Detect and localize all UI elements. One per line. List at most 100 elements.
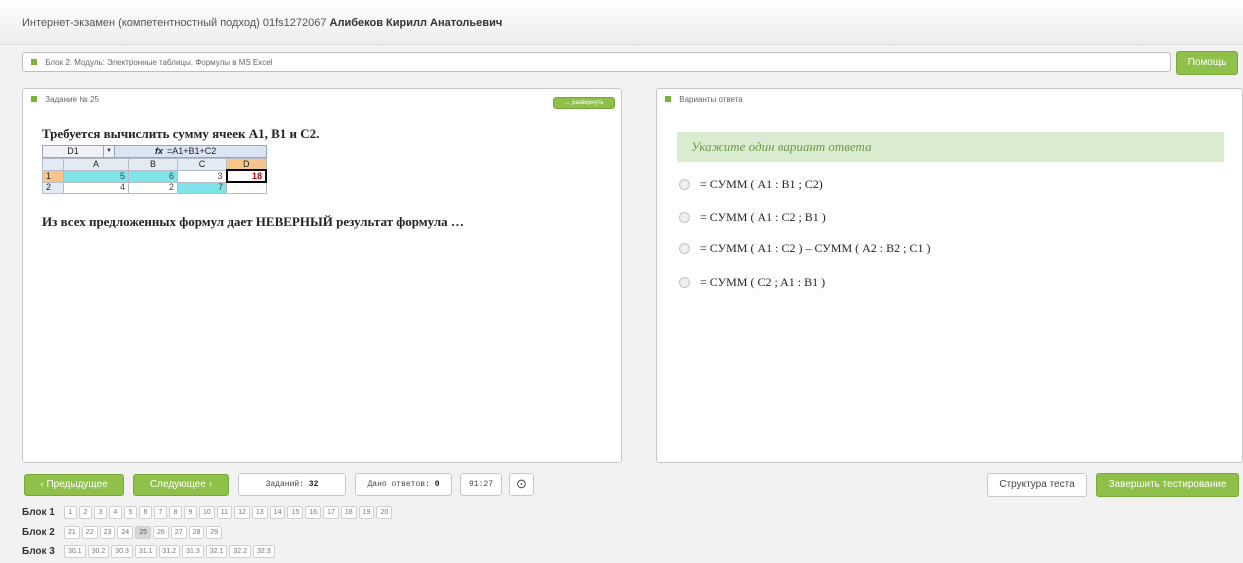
question-number-button[interactable]: 12 [234,506,250,519]
question-number-button[interactable]: 30.1 [64,545,86,558]
question-number-button[interactable]: 31.3 [182,545,204,558]
question-number-button[interactable]: 30.2 [87,545,110,558]
question-number-button[interactable]: 30.3 [111,545,133,558]
green-square-icon [665,95,671,102]
timer: 91:27 [460,473,502,496]
option-label: = СУММ ( A1 : C2 ) – СУММ ( A2 : B2 ; C1… [700,241,931,255]
question-number-button[interactable]: 1 [64,506,77,519]
question-list: 1 2 3 4 5 6 7 8 9 10 11 12 13 14 15 16 17 18 19 20 [64,506,394,519]
question-number-button[interactable]: 14 [269,506,286,519]
col-header: D [226,158,267,171]
block-2-nav: Блок 2 21 22 23 24 25 26 27 28 29 [22,526,224,539]
radio-button[interactable] [679,178,690,190]
cell: 3 [177,169,227,183]
question-number-button[interactable]: 8 [169,506,182,519]
task-panel-header: Задание № 25 [31,95,99,104]
question-number-button[interactable]: 32.1 [205,545,228,558]
radio-button[interactable] [679,276,690,288]
question-number-button[interactable]: 32.3 [253,545,275,558]
cell [226,181,267,194]
question-number-button[interactable]: 20 [376,506,393,519]
col-header: B [128,158,178,171]
cell: 6 [128,169,178,183]
student-name: Алибеков Кирилл Анатольевич [329,17,503,29]
question-number-button[interactable]: 4 [109,506,122,519]
question-text-2: Из всех предложенных формул дает НЕВЕРНЫ… [42,214,464,229]
answers-panel-header: Варианты ответа [665,95,743,104]
cell: 5 [63,169,129,183]
question-number-button[interactable]: 22 [81,526,98,539]
question-number-button[interactable]: 15 [287,506,304,519]
question-number-button[interactable]: 13 [251,506,268,519]
result-cell: 18 [225,169,267,183]
help-button[interactable]: Помощь [1176,51,1238,75]
answer-option[interactable]: = СУММ ( A1 : C2 ) – СУММ ( A2 : B2 ; C1… [679,241,930,256]
question-number-button[interactable]: 18 [340,506,357,519]
name-box: D1 [43,146,104,157]
clock-icon[interactable]: ⊙ [509,473,534,496]
question-number-button[interactable]: 19 [358,506,375,519]
sheet-grid: A B C D 1 5 6 3 18 2 4 2 7 [42,158,267,194]
question-number-button[interactable]: 23 [99,526,116,539]
block-3-nav: Блок 3 30.1 30.2 30.3 31.1 31.2 31.3 32.1 32.2 3… [22,545,277,558]
cell: 4 [63,181,129,194]
col-header: C [177,158,227,171]
question-number-button[interactable]: 10 [199,506,215,519]
question-number-button[interactable]: 2 [79,506,92,519]
option-label: = СУММ ( C2 ; A1 : B1 ) [700,275,826,289]
option-label: = СУММ ( A1 : C2 ; B1 ) [700,210,826,224]
question-number-button[interactable]: 31.2 [158,545,181,558]
dropdown-arrow-icon: ▼ [104,146,115,157]
question-number-button[interactable]: 27 [170,526,187,539]
next-button[interactable]: Следующее › [133,474,229,496]
answered-count-box: Дано ответов: 0 [355,473,452,496]
answers-panel: Варианты ответа Укажите один вариант отв… [656,88,1243,463]
block-label: Блок 2. Модуль: Электронные таблицы. Фор… [45,58,273,67]
answered-count: 0 [434,480,440,489]
question-number-button[interactable]: 24 [117,526,134,539]
question-number-button[interactable]: 3 [94,506,107,519]
sheet-header-row: A B C D [42,158,267,171]
formula-text: =A1+B1+C2 [167,146,217,156]
question-number-button[interactable]: 6 [139,506,152,519]
sheet-row: 2 4 2 7 [42,181,267,194]
test-structure-button[interactable]: Структура теста [987,473,1087,497]
question-number-button[interactable]: 16 [305,506,322,519]
question-number-button[interactable]: 26 [152,526,169,539]
question-number-button[interactable]: 21 [64,526,80,539]
question-number-button[interactable]: 7 [154,506,167,519]
cell: 7 [177,181,227,194]
expand-button[interactable]: ↔ развернуть [553,97,615,109]
question-number-button[interactable]: 25 [135,526,151,539]
question-number-button[interactable]: 17 [323,506,339,519]
answers-title: Варианты ответа [679,95,743,104]
block-1-nav: Блок 1 1 2 3 4 5 6 7 8 9 10 11 12 13 14 15 16 17 18 19 20 [22,506,394,519]
row-header: 1 [42,169,64,183]
sheet-row: 1 5 6 3 18 [42,169,267,183]
task-panel: Задание № 25 ↔ развернуть Требуется вычи… [22,88,622,463]
question-number-button[interactable]: 11 [216,506,233,519]
question-text-1: Требуется вычислить сумму ячеек A1, B1 и… [42,126,320,141]
exam-header: Интернет-экзамен (компетентностный подхо… [22,17,502,29]
block-breadcrumb: Блок 2. Модуль: Электронные таблицы. Фор… [22,52,1171,72]
answer-option[interactable]: = СУММ ( A1 : B1 ; C2) [679,177,823,192]
question-number-button[interactable]: 29 [206,526,223,539]
block-label: Блок 3 [22,546,55,557]
task-title: Задание № 25 [45,95,99,104]
block-label: Блок 2 [22,527,55,538]
question-number-button[interactable]: 28 [188,526,205,539]
answer-option[interactable]: = СУММ ( C2 ; A1 : B1 ) [679,275,825,290]
answer-option[interactable]: = СУММ ( A1 : C2 ; B1 ) [679,210,826,225]
question-number-button[interactable]: 5 [124,506,137,519]
question-number-button[interactable]: 32.2 [229,545,251,558]
question-number-button[interactable]: 9 [184,506,197,519]
green-square-icon [31,95,37,102]
prev-button[interactable]: ‹ Предыдущее [24,474,124,496]
finish-test-button[interactable]: Завершить тестирование [1096,473,1239,497]
tasks-count-box: Заданий: 32 [238,473,346,496]
question-number-button[interactable]: 31.1 [134,545,157,558]
radio-button[interactable] [679,242,690,254]
corner-cell [42,158,64,171]
radio-button[interactable] [679,211,690,223]
exam-title: Интернет-экзамен (компетентностный подхо… [22,17,327,29]
